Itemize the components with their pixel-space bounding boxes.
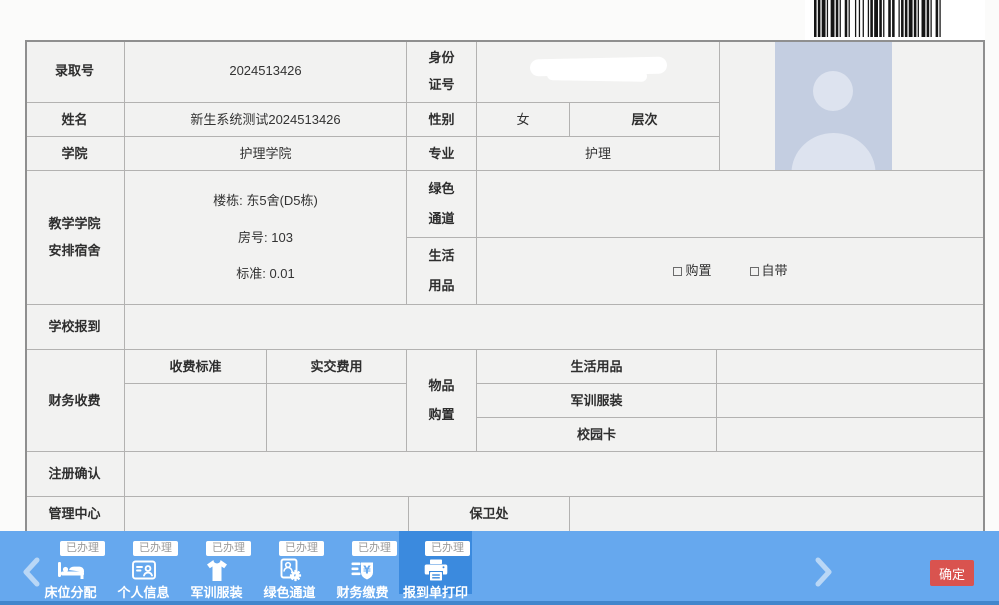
- goods-item-campus-card-value: [717, 418, 985, 452]
- register-confirm-value: [125, 452, 985, 497]
- mgmt-center-label: 管理中心: [25, 497, 125, 531]
- goods-item-daily-value: [717, 350, 985, 384]
- tshirt-icon: [180, 558, 253, 582]
- printer-icon: [399, 558, 472, 582]
- dorm-building: 楼栋: 东5舍(D5栋): [213, 193, 318, 209]
- admission-no-label: 录取号: [25, 40, 125, 103]
- green-channel-icon: [253, 558, 326, 582]
- status-badge-done: 已办理: [60, 541, 105, 556]
- security-office-value: [570, 497, 985, 531]
- bed-icon: [34, 558, 107, 582]
- status-badge-done: 已办理: [206, 541, 251, 556]
- fee-standard-value: [125, 384, 267, 452]
- mgmt-center-value: [125, 497, 409, 531]
- goods-item-campus-card-label: 校园卡: [477, 418, 717, 452]
- fee-paid-header: 实交费用: [267, 350, 407, 384]
- school-report-label: 学校报到: [25, 305, 125, 350]
- toolbar-item-finance-payment[interactable]: 已办理 ¥ 财务缴费: [326, 531, 399, 594]
- school-report-value: [125, 305, 985, 350]
- photo-cell: [720, 40, 985, 171]
- status-badge-done: 已办理: [425, 541, 470, 556]
- gender-label: 性别: [407, 103, 477, 137]
- toolbar-item-green-channel[interactable]: 已办理: [253, 531, 326, 594]
- toolbar-item-label: 个人信息: [107, 582, 180, 601]
- daily-items-label: 生活 用品: [407, 238, 477, 305]
- status-badge-done: 已办理: [279, 541, 324, 556]
- dorm-label: 教学学院 安排宿舍: [25, 171, 125, 305]
- finance-label: 财务收费: [25, 350, 125, 452]
- barcode: [805, 0, 985, 40]
- status-badge-done: 已办理: [133, 541, 178, 556]
- fee-paid-value: [267, 384, 407, 452]
- major-label: 专业: [407, 137, 477, 171]
- goods-item-daily-label: 生活用品: [477, 350, 717, 384]
- gender-value: 女: [477, 103, 570, 137]
- name-value: 新生系统测试2024513426: [125, 103, 407, 137]
- dorm-room: 房号: 103: [238, 230, 293, 246]
- toolbar-item-label: 军训服装: [180, 582, 253, 601]
- level-label: 层次: [570, 103, 720, 137]
- fee-standard-header: 收费标准: [125, 350, 267, 384]
- toolbar-item-label: 绿色通道: [253, 582, 326, 601]
- toolbar-item-label: 财务缴费: [326, 582, 399, 601]
- redaction-smudge: [547, 69, 647, 82]
- toolbar-item-label: 床位分配: [34, 582, 107, 601]
- goods-item-uniform-label: 军训服装: [477, 384, 717, 418]
- toolbar-item-bed-assignment[interactable]: 已办理 床位分配: [34, 531, 107, 594]
- checkbox-purchase: [673, 267, 682, 276]
- goods-purchase-label: 物品 购置: [407, 350, 477, 452]
- student-photo: [775, 41, 892, 170]
- status-badge-done: 已办理: [352, 541, 397, 556]
- college-label: 学院: [25, 137, 125, 171]
- daily-items-options: 购置 自带: [477, 238, 985, 305]
- toolbar-item-personal-info[interactable]: 已办理 个人信息: [107, 531, 180, 594]
- register-confirm-label: 注册确认: [25, 452, 125, 497]
- toolbar-item-label: 报到单打印: [399, 582, 472, 601]
- goods-item-uniform-value: [717, 384, 985, 418]
- toolbar-item-print-report[interactable]: 已办理 报到单打印: [399, 531, 472, 594]
- college-value: 护理学院: [125, 137, 407, 171]
- green-channel-label: 绿色 通道: [407, 171, 477, 238]
- bottom-toolbar: 已办理 床位分配 已办理 个人信息 已办理: [0, 531, 999, 605]
- name-label: 姓名: [25, 103, 125, 137]
- confirm-button[interactable]: 确定: [930, 560, 974, 586]
- admission-no-value: 2024513426: [125, 40, 407, 103]
- id-card-icon: [107, 558, 180, 582]
- major-value: 护理: [477, 137, 720, 171]
- id-number-value: [477, 40, 720, 103]
- checkbox-self-bring: [750, 267, 759, 276]
- next-arrow-icon[interactable]: [812, 557, 834, 587]
- dorm-info-value: 楼栋: 东5舍(D5栋) 房号: 103 标准: 0.01: [125, 171, 407, 305]
- green-channel-value: [477, 171, 985, 238]
- security-office-label: 保卫处: [409, 497, 570, 531]
- registration-form-table: 录取号 2024513426 身份 证号 姓名 新生系统测试2024513426…: [25, 40, 985, 531]
- dorm-standard: 标准: 0.01: [236, 266, 295, 282]
- toolbar-item-military-uniform[interactable]: 已办理 军训服装: [180, 531, 253, 594]
- svg-text:¥: ¥: [363, 563, 371, 576]
- id-number-label: 身份 证号: [407, 40, 477, 103]
- yuan-payment-icon: ¥: [326, 558, 399, 582]
